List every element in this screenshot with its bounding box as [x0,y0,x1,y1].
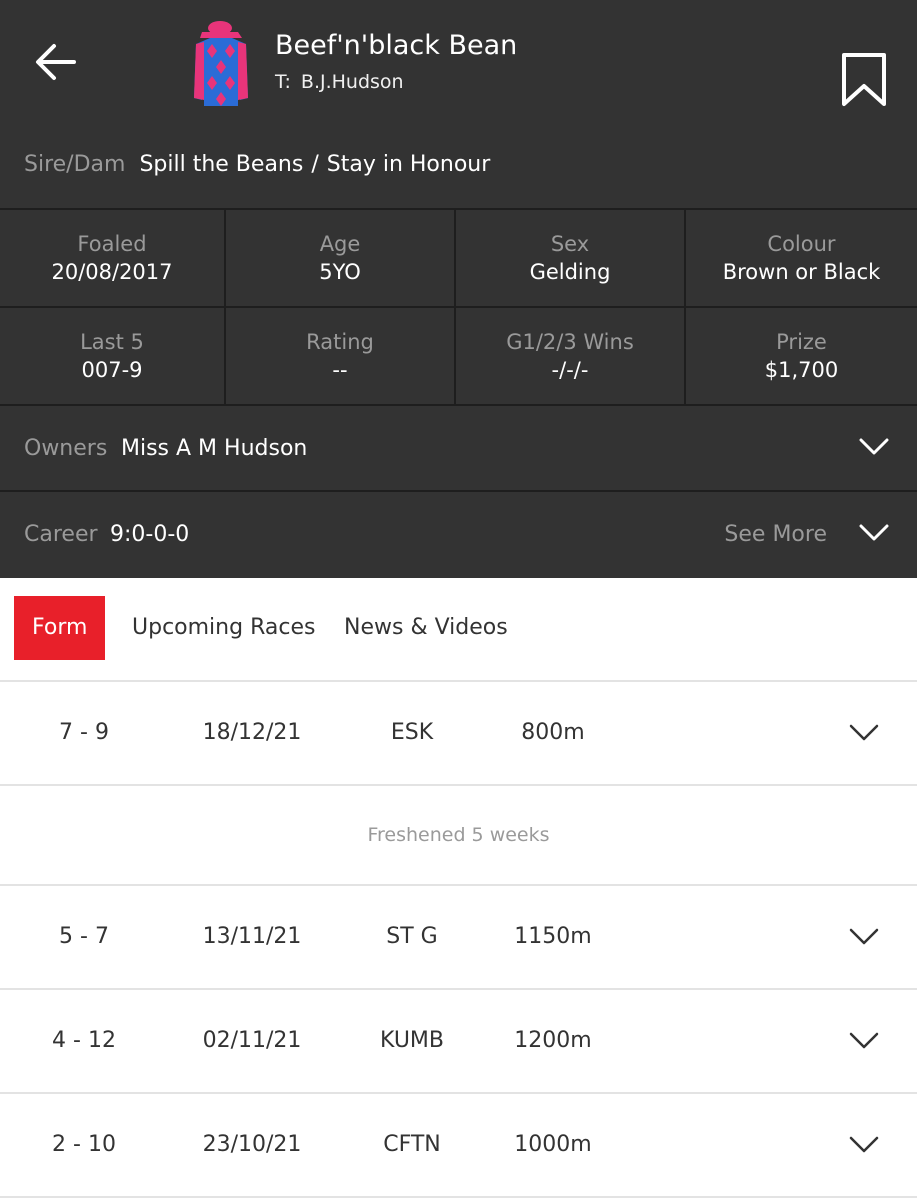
form-position: 2 - 10 [52,1132,116,1157]
form-row[interactable]: 4 - 12 02/11/21 KUMB 1200m [0,990,917,1094]
tab-news-videos[interactable]: News & Videos [344,596,508,660]
freshened-note: Freshened 5 weeks [0,786,917,886]
form-distance: 1150m [514,924,592,949]
freshened-text: Freshened 5 weeks [367,824,550,846]
stat-value: -/-/- [551,358,589,382]
stat-value: 5YO [319,260,361,284]
stat-label: Sex [550,232,590,256]
career-value: 9:0-0-0 [110,522,190,547]
owners-row[interactable]: Owners Miss A M Hudson [0,404,917,490]
back-arrow-icon[interactable] [34,40,78,84]
stat-group-wins: G1/2/3 Wins -/-/- [456,308,686,404]
stat-value: Gelding [529,260,611,284]
see-more-link[interactable]: See More [724,522,827,547]
stat-label: Age [319,232,361,256]
stat-colour: Colour Brown or Black [686,210,917,306]
sire-dam-label: Sire/Dam [24,152,126,177]
form-distance: 1200m [514,1028,592,1053]
stat-label: Rating [306,330,374,354]
stat-label: G1/2/3 Wins [506,330,634,354]
chevron-down-icon[interactable] [859,436,889,458]
form-position: 4 - 12 [52,1028,116,1053]
stat-rating: Rating -- [226,308,456,404]
chevron-down-icon[interactable] [849,926,879,948]
form-date: 13/11/21 [202,924,302,949]
horse-header: Beef'n'black Bean T: B.J.Hudson Sire/Dam S… [0,0,917,208]
stat-value: 20/08/2017 [51,260,173,284]
stat-label: Prize [776,330,827,354]
tab-upcoming-races[interactable]: Upcoming Races [132,596,315,660]
form-row[interactable]: 5 - 7 13/11/21 ST G 1150m [0,886,917,990]
form-track: ESK [390,720,434,745]
form-distance: 1000m [514,1132,592,1157]
career-label: Career [24,522,98,547]
form-date: 23/10/21 [202,1132,302,1157]
tab-bar: Form Upcoming Races News & Videos [0,578,917,682]
sire-dam-separator: / [311,152,319,177]
tab-form[interactable]: Form [14,596,106,660]
owners-label: Owners [24,436,108,461]
career-row[interactable]: Career 9:0-0-0 See More [0,490,917,578]
form-position: 5 - 7 [59,924,109,949]
form-track: KUMB [379,1028,444,1053]
bookmark-icon[interactable] [840,52,888,108]
chevron-down-icon[interactable] [859,522,889,544]
sire-dam: Sire/Dam Spill the Beans / Stay in Honour [24,152,490,177]
stat-value: Brown or Black [722,260,881,284]
form-distance: 800m [521,720,585,745]
trainer-name[interactable]: B.J.Hudson [301,71,404,93]
stat-prize: Prize $1,700 [686,308,917,404]
stat-value: $1,700 [764,358,839,382]
dam-name: Stay in Honour [326,152,491,177]
form-date: 02/11/21 [202,1028,302,1053]
chevron-down-icon[interactable] [849,1030,879,1052]
form-track: CFTN [383,1132,441,1157]
horse-name: Beef'n'black Bean [275,30,518,61]
trainer-label: T: [275,71,291,93]
form-date: 18/12/21 [202,720,302,745]
stat-foaled: Foaled 20/08/2017 [0,210,226,306]
sire-name: Spill the Beans [139,152,304,177]
form-row[interactable]: 2 - 10 23/10/21 CFTN 1000m [0,1094,917,1198]
chevron-down-icon[interactable] [849,1134,879,1156]
form-track: ST G [386,924,438,949]
stat-sex: Sex Gelding [456,210,686,306]
stat-last-5: Last 5 007-9 [0,308,226,404]
jockey-silks-icon [194,21,248,106]
owners-value: Miss A M Hudson [121,436,308,461]
stat-value: 007-9 [81,358,143,382]
stats-grid: Foaled 20/08/2017 Age 5YO Sex Gelding Colou… [0,208,917,404]
form-row[interactable]: 7 - 9 18/12/21 ESK 800m [0,682,917,786]
stat-age: Age 5YO [226,210,456,306]
chevron-down-icon[interactable] [849,722,879,744]
trainer-line: T: B.J.Hudson [275,71,404,93]
stat-label: Colour [767,232,836,256]
stat-label: Last 5 [80,330,144,354]
stat-label: Foaled [77,232,147,256]
stat-value: -- [332,358,348,382]
form-position: 7 - 9 [59,720,109,745]
